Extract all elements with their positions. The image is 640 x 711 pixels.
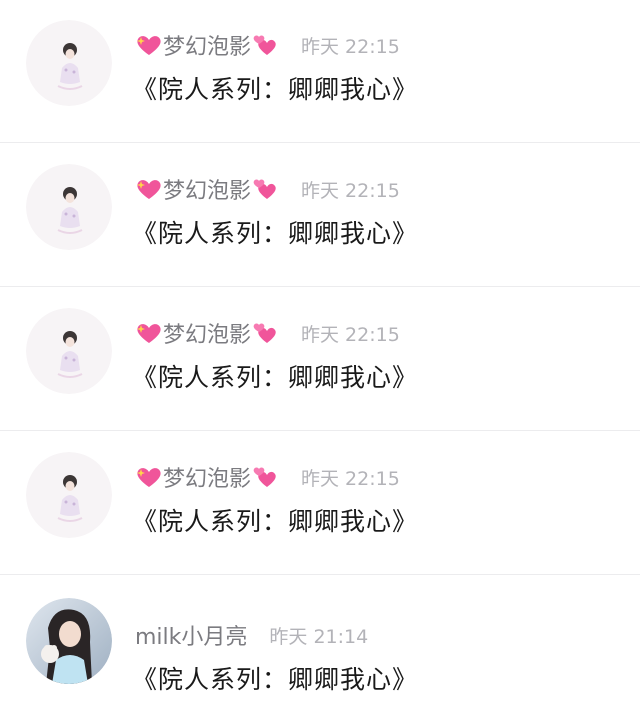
comment-item: 梦幻泡影 昨天 22:15 《院人系列：卿卿我心》 (0, 432, 640, 575)
comment-item: milk小月亮 昨天 21:14 《院人系列：卿卿我心》 (0, 576, 640, 711)
comment-text: 《院人系列：卿卿我心》 (132, 507, 419, 536)
comment-header: 梦幻泡影 昨天 22:15 (135, 30, 400, 60)
timestamp: 昨天 22:15 (301, 179, 400, 202)
timestamp: 昨天 21:14 (269, 625, 369, 648)
two-hearts-icon (253, 179, 276, 199)
timestamp: 昨天 22:15 (301, 467, 400, 490)
avatar[interactable] (26, 452, 112, 538)
username[interactable]: 梦幻泡影 (135, 317, 279, 349)
anime-girl-avatar-icon (26, 164, 112, 250)
divider (0, 142, 640, 143)
avatar[interactable] (26, 308, 112, 394)
sparkling-heart-icon (137, 36, 161, 55)
comment-feed: 梦幻泡影 昨天 22:15 《院人系列：卿卿我心》 梦幻泡影 昨天 22:15 … (0, 0, 640, 711)
comment-item: 梦幻泡影 昨天 22:15 《院人系列：卿卿我心》 (0, 144, 640, 287)
divider (0, 286, 640, 287)
comment-text: 《院人系列：卿卿我心》 (132, 219, 419, 248)
photo-girl-avatar-icon (26, 598, 112, 684)
comment-header: 梦幻泡影 昨天 22:15 (135, 318, 400, 348)
avatar[interactable] (26, 598, 112, 684)
username[interactable]: 梦幻泡影 (135, 461, 279, 493)
sparkling-heart-icon (137, 468, 161, 487)
username-text: 梦幻泡影 (163, 179, 252, 204)
comment-text: 《院人系列：卿卿我心》 (132, 665, 419, 694)
anime-girl-avatar-icon (26, 308, 112, 394)
username-text: 梦幻泡影 (163, 35, 252, 60)
avatar[interactable] (26, 164, 112, 250)
comment-header: 梦幻泡影 昨天 22:15 (135, 462, 400, 492)
divider (0, 574, 640, 575)
divider (0, 430, 640, 431)
comment-header: 梦幻泡影 昨天 22:15 (135, 174, 400, 204)
comment-text: 《院人系列：卿卿我心》 (132, 363, 419, 392)
anime-girl-avatar-icon (26, 452, 112, 538)
comment-item: 梦幻泡影 昨天 22:15 《院人系列：卿卿我心》 (0, 0, 640, 143)
comment-header: milk小月亮 昨天 21:14 (135, 620, 368, 650)
sparkling-heart-icon (137, 180, 161, 199)
two-hearts-icon (253, 35, 276, 55)
two-hearts-icon (253, 467, 276, 487)
comment-text: 《院人系列：卿卿我心》 (132, 75, 419, 104)
username[interactable]: 梦幻泡影 (135, 29, 279, 61)
username[interactable]: 梦幻泡影 (135, 173, 279, 205)
username-text: milk小月亮 (135, 625, 248, 650)
username[interactable]: milk小月亮 (135, 619, 247, 651)
two-hearts-icon (253, 323, 276, 343)
timestamp: 昨天 22:15 (301, 323, 400, 346)
comment-item: 梦幻泡影 昨天 22:15 《院人系列：卿卿我心》 (0, 288, 640, 431)
anime-girl-avatar-icon (26, 20, 112, 106)
timestamp: 昨天 22:15 (301, 35, 400, 58)
username-text: 梦幻泡影 (163, 323, 252, 348)
avatar[interactable] (26, 20, 112, 106)
sparkling-heart-icon (137, 324, 161, 343)
username-text: 梦幻泡影 (163, 467, 252, 492)
